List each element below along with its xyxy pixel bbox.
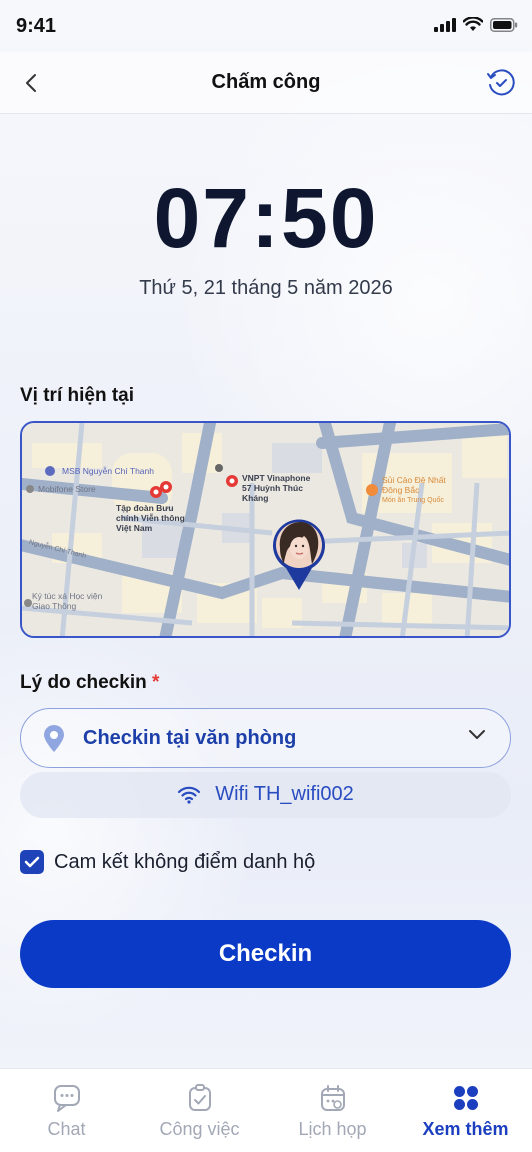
checkmark-icon bbox=[24, 856, 40, 868]
avatar-pin-icon bbox=[273, 519, 325, 590]
wifi-status-icon bbox=[463, 17, 483, 31]
status-icons bbox=[434, 17, 518, 32]
commit-checkbox[interactable] bbox=[20, 850, 44, 874]
nav-item-meetings[interactable]: Lịch họp bbox=[266, 1069, 399, 1152]
clock-time: 07:50 bbox=[153, 171, 379, 265]
map-label-vnpt: VNPT Vinaphone 57 Huỳnh Thúc Kháng bbox=[242, 473, 311, 504]
commit-label: Cam kết không điểm danh hộ bbox=[54, 850, 316, 873]
history-icon bbox=[487, 69, 515, 96]
status-bar: 9:41 bbox=[0, 0, 532, 52]
required-mark: * bbox=[151, 672, 160, 693]
nav-label-tasks: Công việc bbox=[159, 1119, 240, 1139]
checkin-button[interactable]: Checkin bbox=[20, 920, 511, 988]
chevron-down-icon bbox=[469, 730, 485, 739]
map-label-sui-cao-sub: Món ăn Trung Quốc bbox=[382, 497, 444, 504]
task-icon bbox=[188, 1084, 211, 1111]
grid-icon bbox=[453, 1086, 478, 1110]
location-pin-icon bbox=[44, 725, 64, 752]
wifi-info: Wifi TH_wifi002 bbox=[20, 772, 511, 818]
history-button[interactable] bbox=[484, 66, 518, 100]
map-label-sui-cao: Sủi Cảo Đệ Nhất Đông Bắc bbox=[382, 475, 446, 496]
location-label: Vị trí hiện tại bbox=[20, 385, 135, 406]
map-label-msb: MSB Nguyễn Chí Thanh bbox=[62, 466, 154, 476]
calendar-icon bbox=[320, 1085, 345, 1111]
nav-item-more[interactable]: Xem thêm bbox=[399, 1069, 532, 1152]
reason-select[interactable]: Checkin tại văn phòng bbox=[20, 708, 511, 768]
reason-label: Lý do checkin * bbox=[20, 672, 159, 694]
map-label-mobifone: Mobifone Store bbox=[38, 484, 96, 494]
location-map[interactable]: MSB Nguyễn Chí Thanh Mobifone Store Tập … bbox=[20, 421, 511, 638]
checkin-screen: 9:41 Chấm công 07:50 Thứ 5, 21 tháng 5 n… bbox=[0, 0, 532, 1152]
chat-icon bbox=[53, 1085, 80, 1112]
commit-checkbox-row[interactable]: Cam kết không điểm danh hộ bbox=[20, 850, 315, 874]
current-location-pin bbox=[272, 518, 326, 592]
header: Chấm công bbox=[0, 52, 532, 114]
signal-icon bbox=[434, 17, 456, 32]
nav-item-tasks[interactable]: Công việc bbox=[133, 1069, 266, 1152]
map-label-ky-tuc-xa: Ký túc xá Học viện Giao Thông bbox=[32, 591, 103, 612]
wifi-icon bbox=[178, 786, 201, 804]
nav-item-chat[interactable]: Chat bbox=[0, 1069, 133, 1152]
battery-icon bbox=[490, 17, 518, 32]
reason-select-value: Checkin tại văn phòng bbox=[83, 727, 297, 749]
reason-label-text: Lý do checkin bbox=[20, 672, 147, 693]
status-time: 9:41 bbox=[16, 15, 57, 37]
map-label-tap-doan: Tập đoàn Bưu chính Viễn thông Việt Nam bbox=[116, 503, 185, 534]
nav-label-meetings: Lịch họp bbox=[298, 1119, 367, 1139]
nav-label-more: Xem thêm bbox=[422, 1119, 509, 1139]
nav-label-chat: Chat bbox=[47, 1119, 86, 1139]
bottom-nav: Chat Công việc Lịch họp Xem thêm bbox=[0, 1068, 532, 1152]
page-title: Chấm công bbox=[211, 71, 321, 93]
wifi-name: Wifi TH_wifi002 bbox=[215, 783, 354, 805]
clock-date: Thứ 5, 21 tháng 5 năm 2026 bbox=[139, 277, 393, 299]
